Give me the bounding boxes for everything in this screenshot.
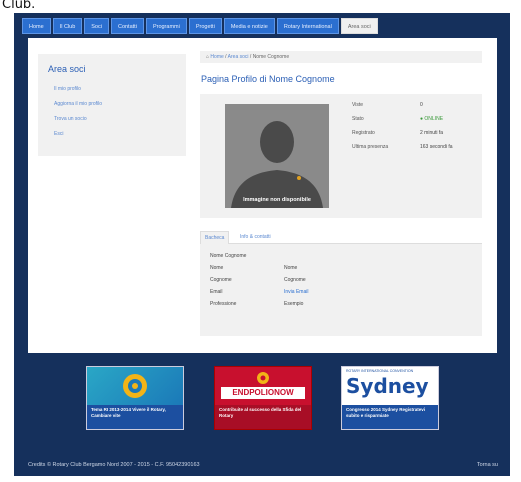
footer: Credits © Rotary Club Bergamo Nord 2007 … [28,462,498,468]
details-row: Cognome Cognome [200,277,482,287]
header-fragment-text: Club. [2,0,36,12]
details-row: Nome Nome [200,265,482,275]
stat-row: Registrato 2 minuti fa [352,130,472,142]
nav-area-soci[interactable]: Area soci [340,18,378,34]
sidebar-item-find-member[interactable]: Trova un socio [54,116,87,122]
main-nav: Home Il Club Soci Contatti Programmi Pro… [22,18,452,34]
stat-row: Stato ● ONLINE [352,116,472,128]
main-content: Area soci Il mio profilo Aggiorna il mio… [28,38,497,353]
details-label: Cognome [210,277,232,283]
stat-label: Registrato [352,130,375,136]
banner-end-polio[interactable]: ENDPOLIONOW Contribuite al successo dell… [214,366,312,430]
home-icon[interactable]: ⌂ [206,54,209,60]
avatar-caption: Immagine non disponibile [243,197,311,203]
tab-info-contatti[interactable]: Info & contatti [236,231,275,243]
back-to-top-link[interactable]: Torna su [477,462,498,468]
details-value: Esempio [284,301,304,307]
breadcrumb: ⌂ Home / Area soci / Nome Cognome [200,51,482,63]
stat-value: 0 [420,102,423,108]
nav-home[interactable]: Home [22,18,51,34]
footer-credits: Credits © Rotary Club Bergamo Nord 2007 … [28,462,200,468]
avatar-silhouette-icon [225,104,329,208]
nav-programmi[interactable]: Programmi [145,18,187,34]
avatar: Immagine non disponibile [225,104,329,208]
sidebar-item-logout[interactable]: Esci [54,131,63,137]
details-label: Email [210,289,223,295]
details-name-row: Nome Cognome [200,253,482,263]
nav-il-club[interactable]: Il Club [52,18,83,34]
banner-top-text: ROTARY INTERNATIONAL CONVENTION [346,369,414,373]
stat-label: Ultima presenza [352,144,389,150]
breadcrumb-current: Nome Cognome [252,54,290,60]
nav-soci[interactable]: Soci [84,18,109,34]
details-value: Cognome [284,277,306,283]
details-label: Nome [210,265,224,271]
banner-image: ROTARY INTERNATIONAL CONVENTION Sydney [342,367,438,405]
banner-image: ENDPOLIONOW [215,367,311,405]
details-row: Email Invia Email [200,289,482,299]
stat-row: Viste 0 [352,102,472,114]
stat-label: Viste [352,102,364,108]
banner-caption: Contribuite al successo della Sfida del … [215,405,311,429]
rotary-wheel-icon [123,374,147,398]
breadcrumb-area[interactable]: Area soci [228,54,249,60]
banner-caption: Congresso 2014 Sydney Registratevi subit… [342,405,438,429]
sidebar-title: Area soci [48,64,86,74]
details-label: Professione [210,301,237,307]
stat-label: Stato [352,116,364,122]
banner-logo-text: Sydney [346,374,429,398]
breadcrumb-home[interactable]: Home [210,54,223,60]
details-row: Professione Esempio [200,301,482,311]
details-value: Nome [284,265,298,271]
page-title: Pagina Profilo di Nome Cognome [201,74,335,84]
nav-contatti[interactable]: Contatti [110,18,144,34]
banner-sydney[interactable]: ROTARY INTERNATIONAL CONVENTION Sydney C… [341,366,439,430]
profile-tabs: Bacheca Info & contatti [200,231,482,244]
profile-summary: Immagine non disponibile Viste 0 Stato ● O… [200,94,482,218]
stat-value: 2 minuti fa [420,130,444,136]
nav-media[interactable]: Media e notizie [223,18,275,34]
page-header-fragment: Club. [0,0,521,13]
banner-rotary-theme[interactable]: Tema RI 2013-2014 Vivere il Rotary, Camb… [86,366,184,430]
end-polio-logo-icon [221,372,305,399]
sidebar-item-update-profile[interactable]: Aggiorna il mio profilo [54,101,102,107]
tab-bacheca[interactable]: Bacheca [200,231,230,244]
details-name: Nome Cognome [210,253,247,259]
banner-logo-text: ENDPOLIONOW [232,388,294,397]
nav-rotary-international[interactable]: Rotary International [276,18,339,34]
stat-value: 163 secondi fa [420,144,453,150]
nav-progetti[interactable]: Progetti [188,18,222,34]
stat-row: Ultima presenza 163 secondi fa [352,144,472,156]
banner-caption: Tema RI 2013-2014 Vivere il Rotary, Camb… [87,405,183,429]
status-badge: ● ONLINE [420,116,444,122]
send-email-link[interactable]: Invia Email [284,289,308,295]
sidebar-item-profile[interactable]: Il mio profilo [54,86,81,92]
profile-details: Nome Cognome Nome Nome Cognome Cognome Ema… [200,244,482,336]
banner-image [87,367,183,405]
sidebar: Area soci Il mio profilo Aggiorna il mio… [38,54,186,156]
